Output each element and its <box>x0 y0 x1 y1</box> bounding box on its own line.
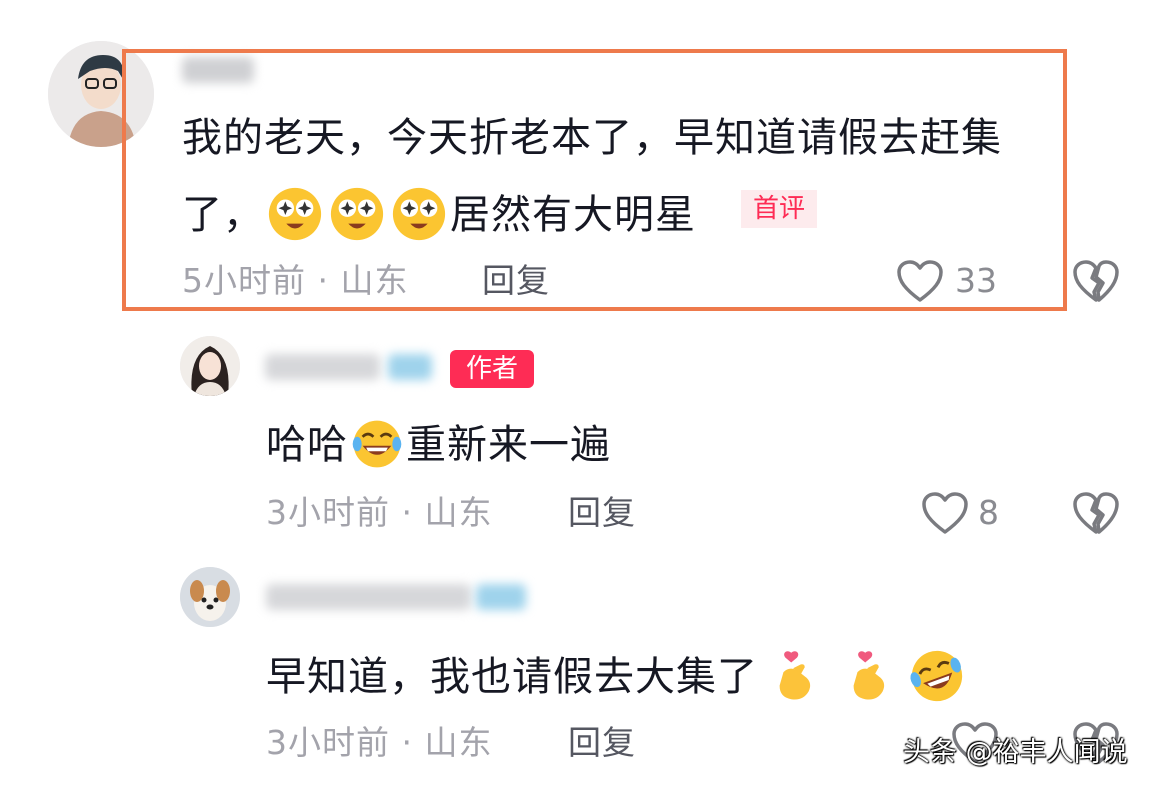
broken-heart-icon[interactable] <box>1072 258 1120 304</box>
broken-heart-icon[interactable] <box>1072 490 1120 536</box>
like-count: 8 <box>978 493 999 532</box>
heart-outline-icon[interactable] <box>920 490 970 536</box>
commenter-avatar[interactable] <box>180 567 240 627</box>
comment-text-segment: 早知道，我也请假去大集了 <box>266 654 758 700</box>
author-badge: 作者 <box>450 350 534 388</box>
source-watermark: 头条 @裕丰人闻说 <box>903 737 1128 768</box>
rolling-laugh-emoji <box>910 650 963 702</box>
time-location: 3小时前 · 山东 <box>266 493 493 532</box>
finger-heart-emoji <box>853 651 885 700</box>
blurred-username-badge <box>476 584 526 610</box>
author-avatar[interactable] <box>180 336 240 396</box>
blurred-username[interactable] <box>265 354 380 380</box>
comment-text-line: 早知道，我也请假去大集了 <box>266 650 968 708</box>
reply-button[interactable]: 回复 <box>568 496 636 529</box>
finger-heart-emoji <box>779 651 811 700</box>
comment-text-segment: 重新来一遍 <box>406 422 611 468</box>
highlight-frame <box>122 49 1067 311</box>
blurred-username[interactable] <box>266 584 471 610</box>
reply-button[interactable]: 回复 <box>568 726 636 759</box>
comment-text-segment: 哈哈 <box>266 422 348 468</box>
time-location: 3小时前 · 山东 <box>266 723 493 762</box>
laughing-tears-emoji <box>352 420 402 468</box>
blurred-username-badge <box>388 354 432 380</box>
comment-text-line: 哈哈 重新来一遍 <box>266 420 611 474</box>
